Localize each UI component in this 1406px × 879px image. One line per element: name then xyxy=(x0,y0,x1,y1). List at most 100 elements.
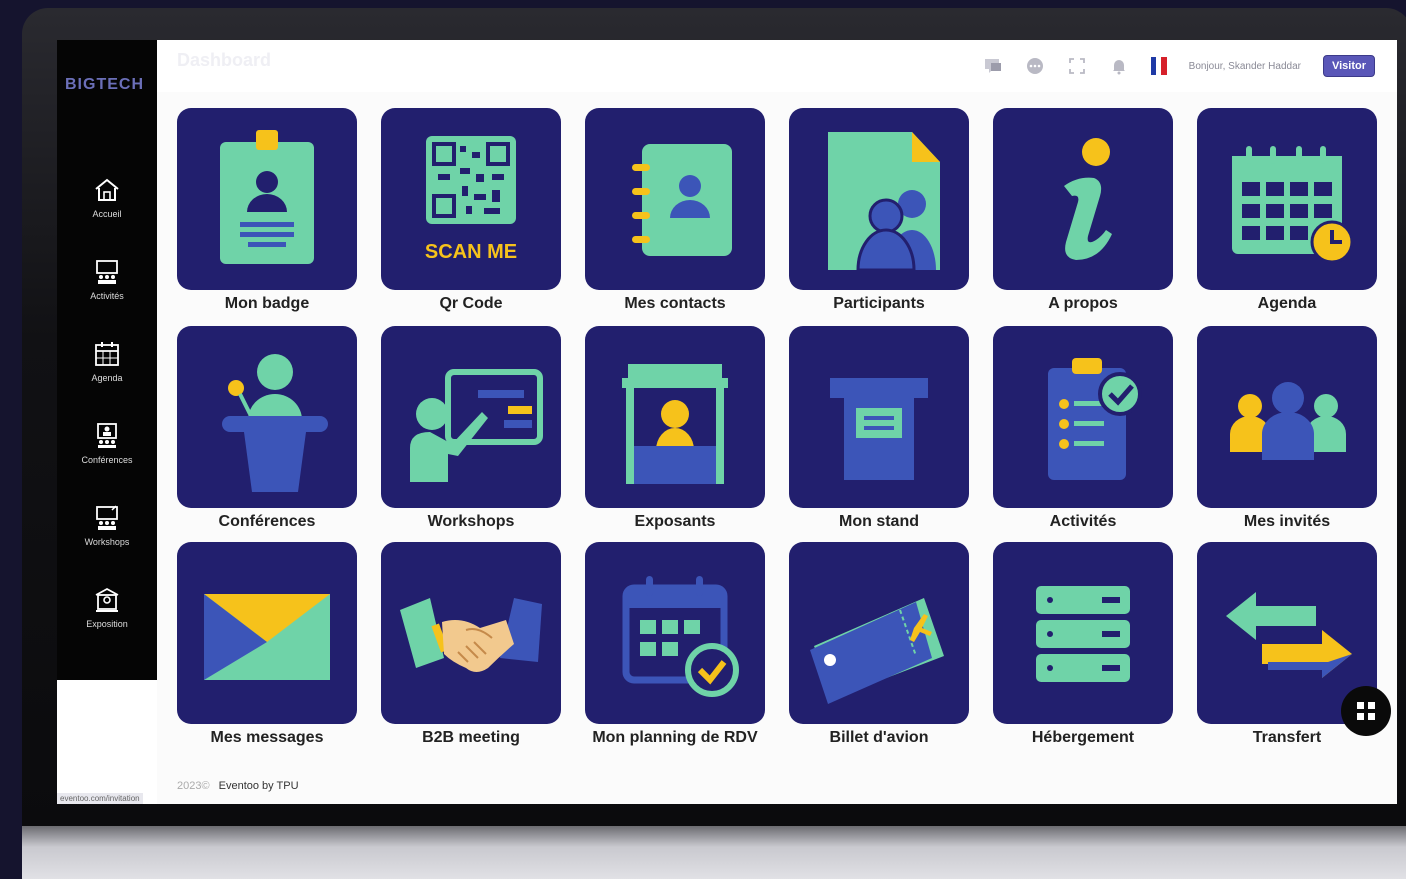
tile-label: A propos xyxy=(1048,295,1118,312)
tile-box xyxy=(585,542,765,724)
hosting-icon xyxy=(1036,586,1130,682)
handshake-icon xyxy=(400,598,542,672)
tile-box xyxy=(585,326,765,508)
sidebar-item-accueil[interactable]: Accueil xyxy=(57,175,157,257)
more-icon[interactable] xyxy=(1025,56,1045,76)
tile-label: Mon badge xyxy=(224,295,310,312)
tile-mes-invites[interactable]: Mes invités xyxy=(1197,326,1377,542)
tile-box: SCAN ME xyxy=(381,108,561,290)
tile-label: Mon stand xyxy=(839,513,919,530)
sidebar-item-label: Agenda xyxy=(91,373,123,383)
brand-logo: BIGTECH xyxy=(65,76,144,93)
notification-bell-icon[interactable] xyxy=(1109,56,1129,76)
planning-icon xyxy=(622,576,739,697)
home-icon xyxy=(95,178,119,201)
feature-tiles-grid: Mon badge SCAN ME Qr Code Mes contacts P… xyxy=(177,108,1377,772)
status-url: eventoo.com/invitation xyxy=(57,793,143,804)
app-screen: BIGTECH Accueil Activités Agenda Confére… xyxy=(57,40,1397,804)
tile-label: Mon planning de RDV xyxy=(592,729,758,746)
flag-stripe-red xyxy=(1161,57,1167,75)
tile-box xyxy=(993,326,1173,508)
footer-credit[interactable]: Eventoo by TPU xyxy=(219,780,299,792)
sidebar-bottom-space xyxy=(57,680,157,804)
sidebar-item-activites[interactable]: Activités xyxy=(57,257,157,339)
top-bar: Dashboard Bonjour, Skander Haddar Visito… xyxy=(157,40,1397,92)
sidebar-item-label: Exposition xyxy=(86,619,128,629)
chat-icon[interactable] xyxy=(983,56,1003,76)
tile-box xyxy=(381,326,561,508)
plane-ticket-icon xyxy=(810,598,944,704)
workshop-icon xyxy=(96,505,118,530)
calendar-icon xyxy=(95,342,119,366)
sidebar-item-workshops[interactable]: Workshops xyxy=(57,503,157,585)
badge-icon xyxy=(220,130,314,264)
exposition-icon xyxy=(95,587,119,612)
tile-mon-planning-de-rdv[interactable]: Mon planning de RDV xyxy=(585,542,765,772)
sidebar-item-label: Activités xyxy=(90,291,124,301)
sidebar-item-exposition[interactable]: Exposition xyxy=(57,585,157,667)
tile-mon-badge[interactable]: Mon badge xyxy=(177,108,357,326)
tile-billet-davion[interactable]: Billet d'avion xyxy=(789,542,969,772)
tile-label: Mes invités xyxy=(1243,513,1331,530)
contacts-icon xyxy=(632,144,732,256)
fullscreen-icon[interactable] xyxy=(1067,56,1087,76)
tile-b2b-meeting[interactable]: B2B meeting xyxy=(381,542,561,772)
tile-label: Activités xyxy=(1049,513,1117,530)
tile-box xyxy=(177,542,357,724)
footer: 2023© Eventoo by TPU xyxy=(177,780,299,792)
info-icon xyxy=(1064,138,1112,260)
tile-box xyxy=(585,108,765,290)
tile-label: Mes messages xyxy=(210,729,324,746)
sidebar: BIGTECH Accueil Activités Agenda Confére… xyxy=(57,40,157,680)
tile-qr-code[interactable]: SCAN ME Qr Code xyxy=(381,108,561,326)
page-title: Dashboard xyxy=(177,50,272,70)
user-greeting: Bonjour, Skander Haddar xyxy=(1188,60,1301,72)
whiteboard-icon xyxy=(410,369,543,482)
tile-conferences[interactable]: Conférences xyxy=(177,326,357,542)
tile-box xyxy=(177,326,357,508)
tile-transfert[interactable]: Transfert xyxy=(1197,542,1377,772)
tile-label: Qr Code xyxy=(439,295,503,312)
tile-box xyxy=(789,326,969,508)
qr-code-icon: SCAN ME xyxy=(425,136,517,263)
tile-activites[interactable]: Activités xyxy=(993,326,1173,542)
tile-box xyxy=(381,542,561,724)
tile-label: Mes contacts xyxy=(624,295,726,312)
tile-agenda[interactable]: Agenda xyxy=(1197,108,1377,326)
participants-icon xyxy=(828,132,940,272)
tile-box xyxy=(1197,108,1377,290)
tile-hebergement[interactable]: Hébergement xyxy=(993,542,1173,772)
tile-label: Billet d'avion xyxy=(829,729,929,746)
sidebar-nav: Accueil Activités Agenda Conférences Wor… xyxy=(57,175,157,667)
envelope-icon xyxy=(204,594,330,680)
role-badge[interactable]: Visitor xyxy=(1322,55,1375,77)
tile-label: Workshops xyxy=(427,513,515,530)
sidebar-item-conferences[interactable]: Conférences xyxy=(57,421,157,503)
tile-mes-contacts[interactable]: Mes contacts xyxy=(585,108,765,326)
exhibitor-booth-icon xyxy=(622,364,728,484)
transfer-icon xyxy=(1226,592,1352,678)
qr-caption: SCAN ME xyxy=(425,241,517,263)
tile-participants[interactable]: Participants xyxy=(789,108,969,326)
floating-menu-button[interactable] xyxy=(1341,686,1391,736)
tile-label: Participants xyxy=(833,295,925,312)
footer-year: 2023© xyxy=(177,780,210,792)
tile-label: Agenda xyxy=(1257,295,1317,312)
tile-a-propos[interactable]: A propos xyxy=(993,108,1173,326)
agenda-icon xyxy=(1232,146,1354,264)
tile-box xyxy=(993,542,1173,724)
tile-box xyxy=(789,542,969,724)
tile-box xyxy=(993,108,1173,290)
checklist-icon xyxy=(1048,358,1142,480)
tile-label: B2B meeting xyxy=(422,729,520,746)
tile-mes-messages[interactable]: Mes messages xyxy=(177,542,357,772)
language-flag-icon[interactable] xyxy=(1150,57,1167,75)
presentation-icon xyxy=(96,260,118,284)
device-base xyxy=(22,826,1406,879)
tile-exposants[interactable]: Exposants xyxy=(585,326,765,542)
tile-workshops[interactable]: Workshops xyxy=(381,326,561,542)
tile-mon-stand[interactable]: Mon stand xyxy=(789,326,969,542)
sidebar-item-agenda[interactable]: Agenda xyxy=(57,339,157,421)
tile-box xyxy=(1197,326,1377,508)
grid-icon xyxy=(1357,702,1375,720)
